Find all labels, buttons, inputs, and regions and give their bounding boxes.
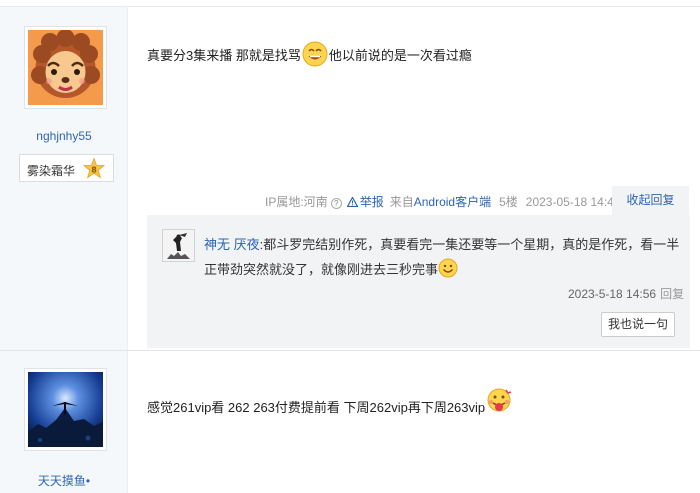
username[interactable]: 天天摸鱼• — [0, 472, 128, 489]
silhouette-avatar-icon — [163, 230, 194, 261]
post-text-part-2: 他以前说的是一次看过瘾 — [328, 48, 472, 63]
warning-icon — [346, 197, 358, 207]
post-floor-5: nghjnhy55 雾染霜华 8 真要分3集来播 那就是找骂 他以前说的是一次看过… — [0, 7, 700, 350]
reply-text: 神无 厌夜:都斗罗完结别作死，真要看完一集还要等一个星期，真的是作死，看一半正带… — [204, 232, 680, 282]
fan-badge[interactable]: 雾染霜华 8 — [19, 154, 114, 182]
help-icon[interactable]: ? — [330, 198, 342, 209]
badge-title: 雾染霜华 — [27, 164, 76, 178]
collapse-replies-tab[interactable]: 收起回复 — [612, 186, 689, 215]
post-meta: IP属地:河南? 举报 来自Android客户端 5楼 2023-05-18 14:49 — [265, 193, 624, 209]
tongue-emoji-icon — [486, 388, 512, 414]
smile-emoji-icon — [438, 258, 458, 278]
reply-author[interactable]: 神无 厌夜 — [204, 237, 260, 252]
post-body: 真要分3集来播 那就是找骂 他以前说的是一次看过瘾 — [147, 41, 472, 67]
avatar[interactable] — [24, 26, 107, 109]
report-label: 举报 — [359, 195, 384, 209]
say-something-button[interactable]: 我也说一句 — [601, 312, 675, 337]
grin-emoji-icon — [302, 41, 328, 67]
post-body: 感觉261vip看 262 263付费提前看 下周262vip再下周263vip — [147, 388, 513, 416]
post-content: 真要分3集来播 那就是找骂 他以前说的是一次看过瘾 IP属地:河南? 举报 来自And… — [128, 7, 700, 350]
reply-link[interactable]: 回复 — [660, 287, 684, 301]
lion-avatar-icon — [28, 30, 103, 105]
post-content: 感觉261vip看 262 263付费提前看 下周262vip再下周263vip — [128, 351, 700, 493]
floor-number: 5楼 — [499, 195, 518, 209]
level-star-icon: 8 — [83, 158, 105, 179]
reply-time: 2023-5-18 14:56 — [568, 287, 657, 301]
svg-text:8: 8 — [91, 165, 97, 174]
avatar[interactable] — [24, 368, 107, 451]
author-sidebar: nghjnhy55 雾染霜华 8 — [0, 7, 128, 350]
client-link[interactable]: Android客户端 — [414, 195, 491, 209]
post-text-part-1: 真要分3集来播 那就是找骂 — [147, 48, 301, 63]
username[interactable]: nghjnhy55 — [0, 129, 128, 143]
reply-meta: 2023-5-18 14:56 回复 — [568, 285, 684, 302]
post-next: 天天摸鱼• 感觉261vip看 262 263付费提前看 下周262vip再下周… — [0, 351, 700, 493]
from-prefix: 来自 — [389, 195, 414, 209]
report-link[interactable]: 举报 — [346, 195, 387, 209]
post-datetime: 2023-05-18 14:49 — [525, 195, 621, 209]
night-landscape-avatar-icon — [28, 372, 103, 447]
post-text-part-1: 感觉261vip看 262 263付费提前看 下周262vip再下周263vip — [147, 400, 486, 415]
reply-avatar[interactable] — [162, 229, 195, 262]
reply-box: 神无 厌夜:都斗罗完结别作死，真要看完一集还要等一个星期，真的是作死，看一半正带… — [147, 215, 690, 348]
ip-location: IP属地:河南 — [265, 195, 328, 209]
author-sidebar: 天天摸鱼• — [0, 351, 128, 493]
